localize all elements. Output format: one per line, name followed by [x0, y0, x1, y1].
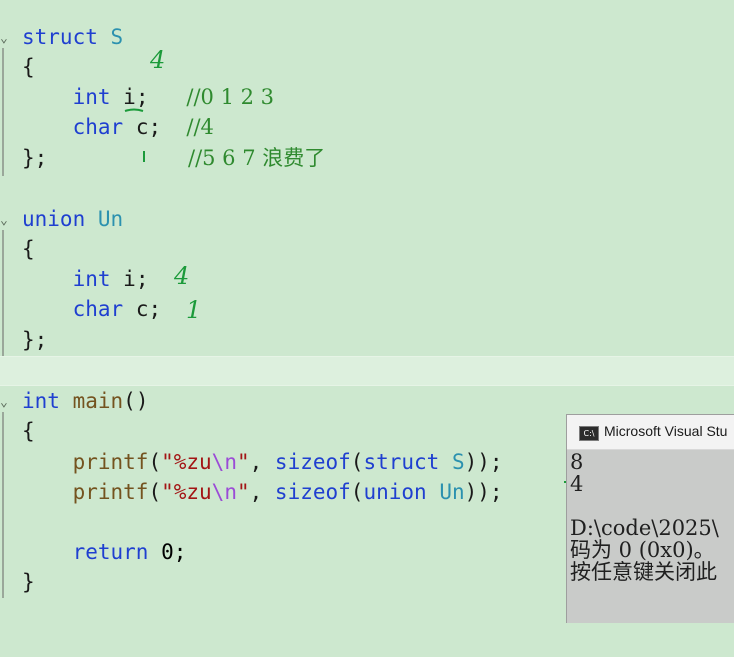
- brace: {: [22, 55, 35, 79]
- fold-toggle-icon[interactable]: ⌄: [0, 388, 8, 418]
- console-title-bar[interactable]: C:\ Microsoft Visual Stu: [567, 415, 734, 450]
- format-string: "%zu: [161, 480, 212, 504]
- type-name-un: Un: [97, 207, 124, 231]
- keyword-char: char: [72, 297, 124, 321]
- type-name-un: Un: [439, 480, 465, 504]
- brace: {: [22, 419, 35, 443]
- keyword-int: int: [22, 389, 60, 413]
- code-line-close-brace[interactable]: };: [0, 325, 734, 355]
- return-value: 0;: [161, 540, 187, 564]
- comment-offsets-i: //0 1 2 3: [186, 85, 275, 109]
- function-call-printf: printf: [72, 450, 149, 474]
- fold-toggle-icon[interactable]: ⌄: [0, 24, 8, 54]
- keyword-union: union: [22, 207, 86, 231]
- type-name-s: S: [451, 450, 465, 474]
- keyword-sizeof: sizeof: [274, 480, 351, 504]
- function-name-main: main: [72, 389, 124, 413]
- code-line-member-int[interactable]: int i;: [0, 264, 734, 294]
- parens: (): [123, 389, 149, 413]
- paren: (: [148, 450, 162, 474]
- handwritten-note-union-int: 4: [174, 262, 190, 290]
- function-call-printf: printf: [72, 480, 149, 504]
- handwritten-tick-mark: [143, 151, 145, 162]
- comma: ,: [249, 450, 275, 474]
- string-quote: ": [236, 450, 250, 474]
- code-line-current[interactable]: [0, 356, 734, 386]
- code-line-open-brace[interactable]: {: [0, 52, 734, 82]
- code-line-member-char[interactable]: char c;: [0, 294, 734, 324]
- member-name-i: i;: [123, 267, 149, 291]
- keyword-char: char: [72, 115, 124, 139]
- handwritten-underline-i: [124, 108, 144, 112]
- console-output: 8 4 D:\code\2025\ 码为 0 (0x0)。 按任意键关闭此: [570, 450, 719, 584]
- keyword-struct: struct: [363, 450, 440, 474]
- handwritten-note-struct-size: 4: [150, 46, 166, 74]
- fold-toggle-icon[interactable]: ⌄: [0, 206, 8, 236]
- keyword-union: union: [363, 480, 427, 504]
- code-line-struct-decl[interactable]: ⌄ struct S: [0, 22, 734, 52]
- format-string: "%zu: [161, 450, 212, 474]
- code-line-open-brace[interactable]: {: [0, 234, 734, 264]
- code-line-member-char[interactable]: char c; //4: [0, 112, 734, 142]
- close-parens: ));: [464, 480, 503, 504]
- code-line-close-brace[interactable]: }; //5 6 7 浪费了: [0, 143, 734, 173]
- brace: {: [22, 237, 35, 261]
- brace: };: [22, 328, 48, 352]
- console-app-icon: C:\: [579, 426, 599, 441]
- keyword-return: return: [72, 540, 149, 564]
- console-title: Microsoft Visual Stu: [604, 423, 728, 439]
- member-name-c: c;: [135, 297, 162, 321]
- paren: (: [350, 480, 364, 504]
- escape-sequence: \n: [211, 480, 237, 504]
- comment-padding: //5 6 7 浪费了: [188, 146, 326, 170]
- paren: (: [148, 480, 162, 504]
- code-line-member-int[interactable]: int i; //0 1 2 3: [0, 82, 734, 112]
- keyword-int: int: [72, 267, 111, 291]
- keyword-struct: struct: [22, 25, 98, 49]
- comment-offset-c: //4: [186, 115, 214, 139]
- keyword-sizeof: sizeof: [274, 450, 351, 474]
- console-window[interactable]: C:\ Microsoft Visual Stu 8 4 D:\code\202…: [566, 414, 734, 623]
- brace: };: [22, 146, 48, 170]
- code-line-main-decl[interactable]: ⌄ int main(): [0, 386, 734, 416]
- handwritten-note-union-char: 1: [186, 296, 202, 324]
- brace: }: [22, 570, 35, 594]
- code-line-union-decl[interactable]: ⌄ union Un: [0, 204, 734, 234]
- member-name-c: c;: [135, 115, 162, 139]
- comma: ,: [249, 480, 275, 504]
- paren: (: [350, 450, 364, 474]
- string-quote: ": [236, 480, 250, 504]
- keyword-int: int: [72, 85, 111, 109]
- escape-sequence: \n: [211, 450, 237, 474]
- close-parens: ));: [464, 450, 503, 474]
- type-name-s: S: [110, 25, 124, 49]
